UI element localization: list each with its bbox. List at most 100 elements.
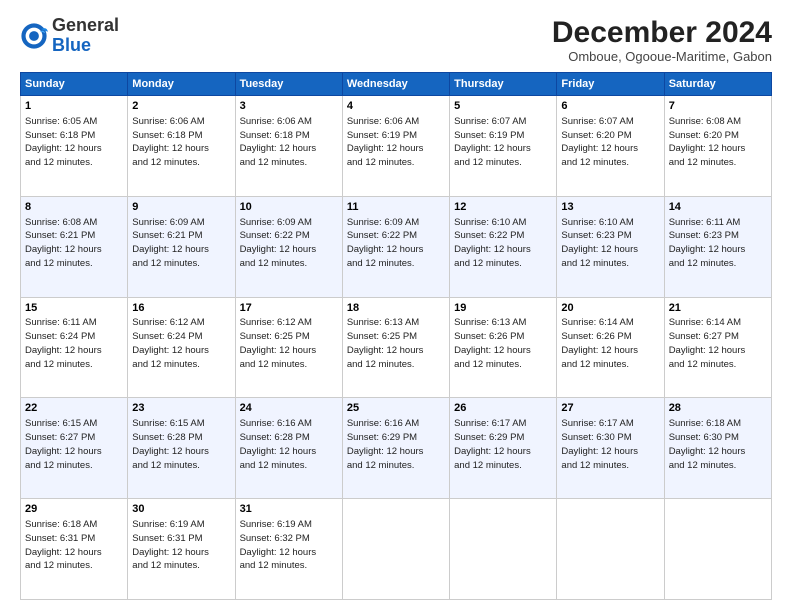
daylight-info: Daylight: 12 hours xyxy=(25,345,102,356)
sunrise-info: Sunrise: 6:09 AM xyxy=(240,217,312,228)
sunrise-info: Sunrise: 6:09 AM xyxy=(132,217,204,228)
daylight-minutes: and 12 minutes. xyxy=(561,258,629,269)
sunset-info: Sunset: 6:27 PM xyxy=(25,432,95,443)
sunrise-info: Sunrise: 6:11 AM xyxy=(669,217,741,228)
daylight-minutes: and 12 minutes. xyxy=(25,359,93,370)
day-number: 23 xyxy=(132,401,230,416)
sunrise-info: Sunrise: 6:19 AM xyxy=(132,519,204,530)
col-tuesday: Tuesday xyxy=(235,73,342,96)
sunset-info: Sunset: 6:26 PM xyxy=(561,331,631,342)
daylight-minutes: and 12 minutes. xyxy=(561,460,629,471)
daylight-minutes: and 12 minutes. xyxy=(669,460,737,471)
daylight-info: Daylight: 12 hours xyxy=(561,345,638,356)
sunrise-info: Sunrise: 6:12 AM xyxy=(132,317,204,328)
day-number: 25 xyxy=(347,401,445,416)
daylight-info: Daylight: 12 hours xyxy=(132,345,209,356)
day-number: 7 xyxy=(669,99,767,114)
sunset-info: Sunset: 6:25 PM xyxy=(347,331,417,342)
sunset-info: Sunset: 6:28 PM xyxy=(240,432,310,443)
day-number: 3 xyxy=(240,99,338,114)
sunset-info: Sunset: 6:18 PM xyxy=(240,130,310,141)
title-block: December 2024 Omboue, Ogooue-Maritime, G… xyxy=(552,16,772,64)
daylight-info: Daylight: 12 hours xyxy=(347,345,424,356)
calendar-cell: 9 Sunrise: 6:09 AM Sunset: 6:21 PM Dayli… xyxy=(128,196,235,297)
logo-text: General Blue xyxy=(52,16,119,56)
day-number: 16 xyxy=(132,301,230,316)
daylight-minutes: and 12 minutes. xyxy=(240,560,308,571)
sunrise-info: Sunrise: 6:10 AM xyxy=(561,217,633,228)
daylight-info: Daylight: 12 hours xyxy=(454,446,531,457)
calendar-week-1: 1 Sunrise: 6:05 AM Sunset: 6:18 PM Dayli… xyxy=(21,96,772,197)
sunset-info: Sunset: 6:30 PM xyxy=(669,432,739,443)
daylight-info: Daylight: 12 hours xyxy=(669,244,746,255)
daylight-info: Daylight: 12 hours xyxy=(132,446,209,457)
calendar-week-2: 8 Sunrise: 6:08 AM Sunset: 6:21 PM Dayli… xyxy=(21,196,772,297)
sunrise-info: Sunrise: 6:05 AM xyxy=(25,116,97,127)
calendar-cell xyxy=(664,499,771,600)
sunset-info: Sunset: 6:30 PM xyxy=(561,432,631,443)
day-number: 30 xyxy=(132,502,230,517)
calendar-cell xyxy=(342,499,449,600)
sunrise-info: Sunrise: 6:18 AM xyxy=(25,519,97,530)
calendar-cell: 13 Sunrise: 6:10 AM Sunset: 6:23 PM Dayl… xyxy=(557,196,664,297)
daylight-info: Daylight: 12 hours xyxy=(25,143,102,154)
calendar-cell: 7 Sunrise: 6:08 AM Sunset: 6:20 PM Dayli… xyxy=(664,96,771,197)
day-number: 18 xyxy=(347,301,445,316)
sunset-info: Sunset: 6:24 PM xyxy=(132,331,202,342)
sunrise-info: Sunrise: 6:07 AM xyxy=(561,116,633,127)
sunrise-info: Sunrise: 6:15 AM xyxy=(25,418,97,429)
day-number: 21 xyxy=(669,301,767,316)
day-number: 22 xyxy=(25,401,123,416)
daylight-minutes: and 12 minutes. xyxy=(25,560,93,571)
day-number: 9 xyxy=(132,200,230,215)
sunset-info: Sunset: 6:32 PM xyxy=(240,533,310,544)
daylight-minutes: and 12 minutes. xyxy=(132,560,200,571)
calendar-cell: 2 Sunrise: 6:06 AM Sunset: 6:18 PM Dayli… xyxy=(128,96,235,197)
day-number: 13 xyxy=(561,200,659,215)
sunrise-info: Sunrise: 6:13 AM xyxy=(454,317,526,328)
day-number: 4 xyxy=(347,99,445,114)
daylight-minutes: and 12 minutes. xyxy=(347,359,415,370)
calendar-cell: 12 Sunrise: 6:10 AM Sunset: 6:22 PM Dayl… xyxy=(450,196,557,297)
sunset-info: Sunset: 6:22 PM xyxy=(240,230,310,241)
daylight-minutes: and 12 minutes. xyxy=(347,157,415,168)
daylight-info: Daylight: 12 hours xyxy=(454,244,531,255)
calendar-cell: 14 Sunrise: 6:11 AM Sunset: 6:23 PM Dayl… xyxy=(664,196,771,297)
daylight-info: Daylight: 12 hours xyxy=(347,244,424,255)
calendar-cell: 27 Sunrise: 6:17 AM Sunset: 6:30 PM Dayl… xyxy=(557,398,664,499)
calendar-cell: 3 Sunrise: 6:06 AM Sunset: 6:18 PM Dayli… xyxy=(235,96,342,197)
col-thursday: Thursday xyxy=(450,73,557,96)
calendar-cell: 6 Sunrise: 6:07 AM Sunset: 6:20 PM Dayli… xyxy=(557,96,664,197)
daylight-minutes: and 12 minutes. xyxy=(132,157,200,168)
sunrise-info: Sunrise: 6:11 AM xyxy=(25,317,97,328)
day-number: 12 xyxy=(454,200,552,215)
sunrise-info: Sunrise: 6:06 AM xyxy=(347,116,419,127)
day-number: 1 xyxy=(25,99,123,114)
daylight-minutes: and 12 minutes. xyxy=(240,258,308,269)
daylight-info: Daylight: 12 hours xyxy=(25,547,102,558)
day-number: 19 xyxy=(454,301,552,316)
daylight-minutes: and 12 minutes. xyxy=(25,258,93,269)
daylight-info: Daylight: 12 hours xyxy=(240,244,317,255)
sunrise-info: Sunrise: 6:14 AM xyxy=(561,317,633,328)
sunset-info: Sunset: 6:22 PM xyxy=(347,230,417,241)
sunrise-info: Sunrise: 6:06 AM xyxy=(132,116,204,127)
calendar-week-5: 29 Sunrise: 6:18 AM Sunset: 6:31 PM Dayl… xyxy=(21,499,772,600)
daylight-info: Daylight: 12 hours xyxy=(669,143,746,154)
col-sunday: Sunday xyxy=(21,73,128,96)
day-number: 26 xyxy=(454,401,552,416)
calendar-cell: 28 Sunrise: 6:18 AM Sunset: 6:30 PM Dayl… xyxy=(664,398,771,499)
page: General Blue December 2024 Omboue, Ogoou… xyxy=(0,0,792,612)
calendar-cell: 30 Sunrise: 6:19 AM Sunset: 6:31 PM Dayl… xyxy=(128,499,235,600)
calendar-cell: 20 Sunrise: 6:14 AM Sunset: 6:26 PM Dayl… xyxy=(557,297,664,398)
sunrise-info: Sunrise: 6:10 AM xyxy=(454,217,526,228)
sunset-info: Sunset: 6:22 PM xyxy=(454,230,524,241)
calendar-cell: 4 Sunrise: 6:06 AM Sunset: 6:19 PM Dayli… xyxy=(342,96,449,197)
day-number: 20 xyxy=(561,301,659,316)
location-subtitle: Omboue, Ogooue-Maritime, Gabon xyxy=(552,49,772,64)
calendar-cell: 16 Sunrise: 6:12 AM Sunset: 6:24 PM Dayl… xyxy=(128,297,235,398)
sunrise-info: Sunrise: 6:14 AM xyxy=(669,317,741,328)
day-number: 11 xyxy=(347,200,445,215)
day-number: 2 xyxy=(132,99,230,114)
daylight-minutes: and 12 minutes. xyxy=(669,359,737,370)
